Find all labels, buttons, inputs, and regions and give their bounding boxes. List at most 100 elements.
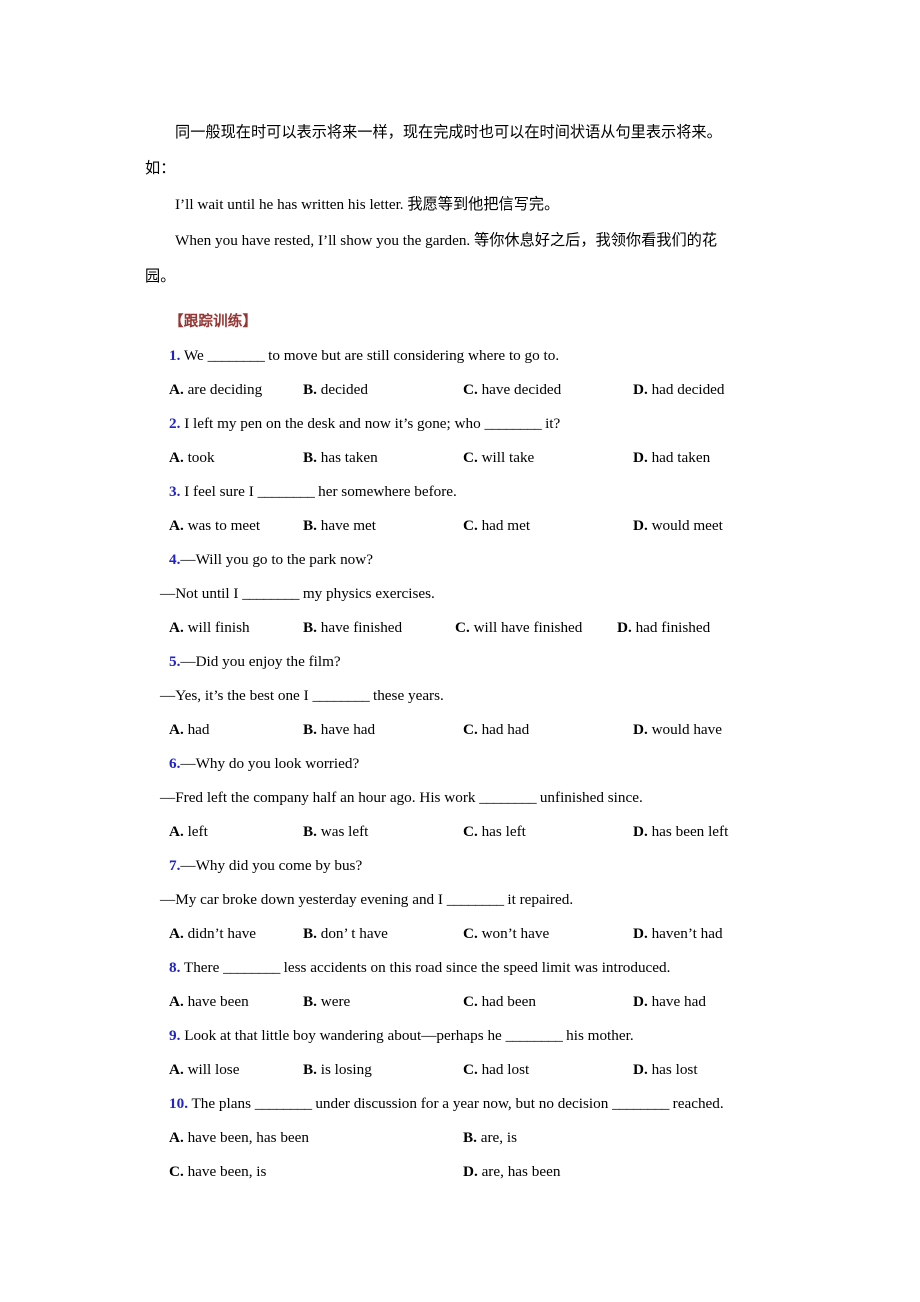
option-c[interactable]: C. have been, is (169, 1155, 266, 1189)
question-text: There (180, 959, 224, 976)
question-text: it repaired. (503, 891, 574, 908)
option-label: D. (633, 449, 648, 466)
option-d[interactable]: D. are, has been (463, 1155, 560, 1189)
option-text: won’t have (477, 925, 550, 942)
question-text: Look at that little boy wandering about—… (180, 1027, 506, 1044)
option-label: D. (633, 1061, 648, 1078)
question-stem-continued: —Fred left the company half an hour ago.… (145, 781, 770, 815)
option-text: have had (316, 721, 376, 738)
option-text: had met (477, 517, 531, 534)
answer-blank: ________ (505, 1027, 563, 1044)
option-label: A. (169, 721, 184, 738)
option-d[interactable]: D. have had (633, 985, 706, 1019)
option-label: B. (303, 925, 317, 942)
option-a[interactable]: A. will lose (169, 1053, 239, 1087)
option-c[interactable]: C. had had (463, 713, 529, 747)
option-b[interactable]: B. decided (303, 373, 368, 407)
question-number: 9. (169, 1027, 181, 1044)
option-a[interactable]: A. have been, has been (169, 1121, 309, 1155)
question-block: 1. We ________ to move but are still con… (145, 339, 770, 407)
option-label: C. (463, 925, 478, 942)
option-row: A. are deciding B. decided C. have decided… (145, 373, 770, 407)
question-text: We (180, 347, 208, 364)
option-a[interactable]: A. didn’t have (169, 917, 256, 951)
intro-paragraph: 同一般现在时可以表示将来一样，现在完成时也可以在时间状语从句里表示将来。 如： … (145, 115, 770, 295)
answer-blank: ________ (484, 415, 542, 432)
option-d[interactable]: D. would meet (633, 509, 723, 543)
question-text: —Why did you come by bus? (180, 857, 363, 874)
option-text: took (183, 449, 215, 466)
option-a[interactable]: A. left (169, 815, 208, 849)
option-text: don’ t have (316, 925, 388, 942)
question-stem: 10. The plans ________ under discussion … (145, 1087, 770, 1121)
option-d[interactable]: D. had taken (633, 441, 710, 475)
option-b[interactable]: B. have had (303, 713, 375, 747)
option-text: had finished (631, 619, 711, 636)
option-b[interactable]: B. were (303, 985, 350, 1019)
question-block: 10. The plans ________ under discussion … (145, 1087, 770, 1189)
option-c[interactable]: C. will have finished (455, 611, 582, 645)
option-d[interactable]: D. has lost (633, 1053, 698, 1087)
option-label: A. (169, 823, 184, 840)
option-b[interactable]: B. have met (303, 509, 376, 543)
option-text: decided (316, 381, 368, 398)
option-label: D. (617, 619, 632, 636)
option-text: has lost (647, 1061, 698, 1078)
question-text: unfinished since. (536, 789, 643, 806)
option-text: have been, is (183, 1163, 267, 1180)
option-b[interactable]: B. was left (303, 815, 368, 849)
option-c[interactable]: C. has left (463, 815, 526, 849)
option-row: A. took B. has taken C. will take D. had ta… (145, 441, 770, 475)
option-text: have met (316, 517, 376, 534)
option-b[interactable]: B. has taken (303, 441, 378, 475)
option-a[interactable]: A. will finish (169, 611, 250, 645)
question-text: her somewhere before. (314, 483, 457, 500)
option-c[interactable]: C. had been (463, 985, 536, 1019)
option-row: A. have been, has been B. are, is (145, 1121, 770, 1155)
question-text: —My car broke down yesterday evening and… (160, 891, 447, 908)
option-d[interactable]: D. had finished (617, 611, 710, 645)
option-b[interactable]: B. have finished (303, 611, 402, 645)
option-a[interactable]: A. was to meet (169, 509, 260, 543)
question-number: 3. (169, 483, 181, 500)
option-label: C. (463, 517, 478, 534)
question-stem: 3. I feel sure I ________ her somewhere … (145, 475, 770, 509)
option-c[interactable]: C. have decided (463, 373, 561, 407)
option-label: B. (303, 619, 317, 636)
option-c[interactable]: C. won’t have (463, 917, 549, 951)
option-label: A. (169, 619, 184, 636)
question-block: 9. Look at that little boy wandering abo… (145, 1019, 770, 1087)
option-d[interactable]: D. had decided (633, 373, 725, 407)
option-text: would have (647, 721, 722, 738)
option-b[interactable]: B. is losing (303, 1053, 372, 1087)
option-row: A. left B. was left C. has left D. has been… (145, 815, 770, 849)
option-label: C. (463, 381, 478, 398)
option-d[interactable]: D. has been left (633, 815, 728, 849)
question-stem-continued: —Yes, it’s the best one I ________ these… (145, 679, 770, 713)
option-a[interactable]: A. had (169, 713, 210, 747)
option-label: B. (303, 823, 317, 840)
option-text: has left (477, 823, 526, 840)
option-d[interactable]: D. haven’t had (633, 917, 723, 951)
option-text: will lose (183, 1061, 240, 1078)
question-text: —Fred left the company half an hour ago.… (160, 789, 480, 806)
option-a[interactable]: A. have been (169, 985, 249, 1019)
option-row: A. will finish B. have finished C. will ha… (145, 611, 770, 645)
option-a[interactable]: A. took (169, 441, 215, 475)
option-label: C. (463, 1061, 478, 1078)
option-text: didn’t have (183, 925, 257, 942)
question-block: 2. I left my pen on the desk and now it’… (145, 407, 770, 475)
option-label: A. (169, 517, 184, 534)
answer-blank: ________ (312, 687, 370, 704)
option-text: will take (477, 449, 535, 466)
question-text: less accidents on this road since the sp… (279, 959, 671, 976)
example-sentence-2-wrap: 园。 (145, 268, 176, 285)
question-text: —Why do you look worried? (180, 755, 360, 772)
option-c[interactable]: C. will take (463, 441, 534, 475)
option-b[interactable]: B. don’ t have (303, 917, 388, 951)
option-d[interactable]: D. would have (633, 713, 722, 747)
option-c[interactable]: C. had lost (463, 1053, 529, 1087)
option-a[interactable]: A. are deciding (169, 373, 262, 407)
option-c[interactable]: C. had met (463, 509, 530, 543)
option-b[interactable]: B. are, is (463, 1121, 517, 1155)
